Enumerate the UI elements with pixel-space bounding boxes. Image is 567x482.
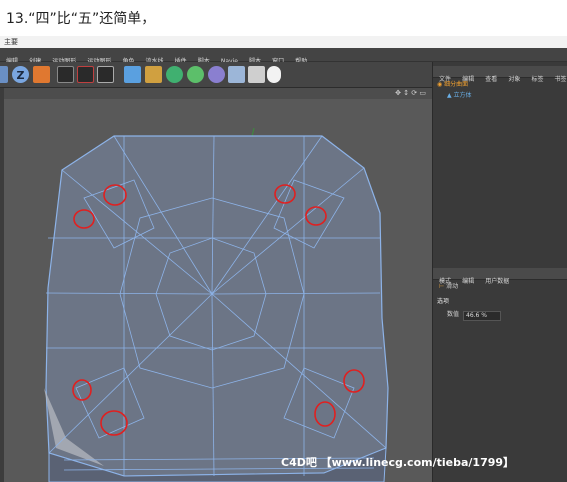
section-label: 选项	[437, 298, 450, 305]
pen-icon[interactable]	[145, 66, 162, 83]
object-name: 立方体	[453, 92, 472, 99]
object-row-cube[interactable]: ▲ 立方体	[447, 91, 472, 101]
y-axis-lock-icon[interactable]	[0, 66, 8, 83]
cube-icon[interactable]	[124, 66, 141, 83]
menu-bar: 编辑 创建 运动图形 运动图形 角色 流水线 插件 脚本 Naviе 脚本 窗口…	[0, 48, 567, 65]
tab[interactable]: 书签	[555, 76, 567, 83]
coordinate-icon[interactable]	[33, 66, 50, 83]
field-label: 数值	[447, 311, 460, 318]
z-axis-lock-icon[interactable]: Z	[12, 66, 29, 83]
tab[interactable]: 用户数据	[485, 278, 509, 285]
object-manager-tabs: 文件 编辑 查看 对象 标签 书签	[433, 66, 567, 83]
mesh-render	[44, 127, 389, 482]
object-name: 细分曲面	[444, 81, 469, 88]
render-icon[interactable]	[77, 66, 94, 83]
value-field[interactable]: 46.6 %	[463, 311, 501, 321]
tab[interactable]: 标签	[531, 76, 543, 83]
watermark: C4D吧 【www.linecg.com/tieba/1799】	[281, 456, 515, 469]
attribute-manager-tabs: 模式 编辑 用户数据	[433, 268, 567, 285]
light-icon[interactable]	[267, 66, 281, 83]
toolbar: Z	[0, 62, 432, 88]
tab[interactable]: 编辑	[462, 278, 474, 285]
render-view-icon[interactable]	[57, 66, 74, 83]
tab[interactable]: 查看	[485, 76, 497, 83]
camera-icon[interactable]	[248, 66, 265, 83]
deformer-icon[interactable]	[208, 66, 225, 83]
render-settings-icon[interactable]	[97, 66, 114, 83]
floor-icon[interactable]	[228, 66, 245, 83]
array-icon[interactable]	[187, 66, 204, 83]
subdivision-icon[interactable]	[166, 66, 183, 83]
page-heading: 13.“四”比“五”还简单，	[6, 11, 156, 27]
title-bar: 主要	[0, 36, 567, 48]
svg-text:Z: Z	[17, 69, 25, 82]
cinema4d-window: 主要 编辑 创建 运动图形 运动图形 角色 流水线 插件 脚本 Naviе 脚本…	[0, 36, 567, 482]
tool-name: 滑动	[446, 283, 459, 290]
object-row-subdivision[interactable]: ◉ 细分曲面	[437, 80, 468, 90]
tab[interactable]: 对象	[508, 76, 520, 83]
tool-name-row: ⊢ 滑动	[439, 282, 458, 292]
3d-viewport[interactable]: ✥ ↕ ⟳ ▭	[4, 88, 432, 482]
right-panel: 文件 编辑 查看 对象 标签 书签 ◉ 细分曲面 ▲ 立方体 模式 编辑 用户数…	[432, 62, 567, 482]
